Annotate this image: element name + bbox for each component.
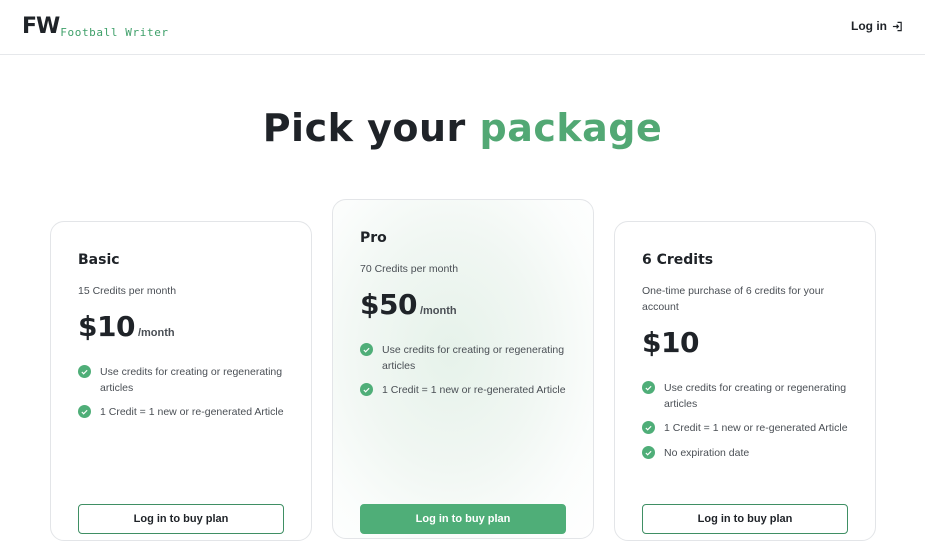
- buy-plan-button-6-credits[interactable]: Log in to buy plan: [642, 504, 848, 534]
- title-accent: package: [479, 106, 663, 150]
- feature-item: 1 Credit = 1 new or re-generated Article: [642, 420, 852, 436]
- check-circle-icon: [360, 383, 373, 396]
- check-circle-icon: [360, 343, 373, 356]
- login-link[interactable]: Log in: [851, 19, 903, 33]
- login-arrow-icon: [892, 21, 902, 31]
- feature-text: 1 Credit = 1 new or re-generated Article: [382, 384, 566, 396]
- buy-plan-button-basic[interactable]: Log in to buy plan: [78, 504, 284, 534]
- price-value: $50: [360, 288, 417, 321]
- feature-item: 1 Credit = 1 new or re-generated Article: [360, 382, 570, 398]
- plan-name: 6 Credits: [642, 252, 714, 268]
- plan-price: $50 /month: [360, 288, 457, 321]
- buy-plan-button-pro[interactable]: Log in to buy plan: [360, 504, 566, 534]
- price-value: $10: [78, 310, 135, 343]
- plan-card-6-credits: 6 Credits One-time purchase of 6 credits…: [614, 221, 876, 541]
- plan-price: $10 /month: [78, 310, 175, 343]
- plan-subtitle: One-time purchase of 6 credits for your …: [642, 285, 825, 313]
- feature-text: 1 Credit = 1 new or re-generated Article: [664, 422, 848, 434]
- price-period: /month: [419, 305, 457, 317]
- plan-subtitle: 70 Credits per month: [360, 263, 459, 275]
- plan-card-pro: Pro 70 Credits per month $50 /month Use …: [332, 199, 594, 539]
- feature-item: Use credits for creating or regenerating…: [642, 380, 852, 412]
- title-main: Pick your: [262, 106, 466, 150]
- price-period: /month: [137, 327, 175, 339]
- check-circle-icon: [78, 405, 91, 418]
- check-circle-icon: [642, 421, 655, 434]
- check-circle-icon: [642, 381, 655, 394]
- top-navbar: FW Football Writer Log in: [0, 0, 925, 55]
- feature-text: Use credits for creating or regenerating…: [382, 344, 565, 372]
- feature-item: 1 Credit = 1 new or re-generated Article: [78, 404, 288, 420]
- plan-card-basic: Basic 15 Credits per month $10 /month Us…: [50, 221, 312, 541]
- plan-price: $10: [642, 326, 702, 359]
- plan-name: Basic: [78, 252, 120, 268]
- check-circle-icon: [78, 365, 91, 378]
- price-value: $10: [642, 326, 699, 359]
- feature-text: No expiration date: [664, 447, 750, 459]
- feature-text: 1 Credit = 1 new or re-generated Article: [100, 406, 284, 418]
- logo-text: Football Writer: [60, 26, 169, 39]
- page-title: Pick your package: [0, 106, 925, 150]
- plan-subtitle: 15 Credits per month: [78, 285, 177, 297]
- feature-text: Use credits for creating or regenerating…: [664, 382, 847, 410]
- brand-logo[interactable]: FW Football Writer: [22, 14, 169, 40]
- feature-item: Use credits for creating or regenerating…: [360, 342, 570, 374]
- feature-item: No expiration date: [642, 445, 852, 461]
- check-circle-icon: [642, 446, 655, 459]
- login-label: Log in: [851, 19, 887, 33]
- logo-mark: FW: [22, 14, 60, 39]
- feature-text: Use credits for creating or regenerating…: [100, 366, 283, 394]
- feature-item: Use credits for creating or regenerating…: [78, 364, 288, 396]
- plan-name: Pro: [360, 230, 387, 246]
